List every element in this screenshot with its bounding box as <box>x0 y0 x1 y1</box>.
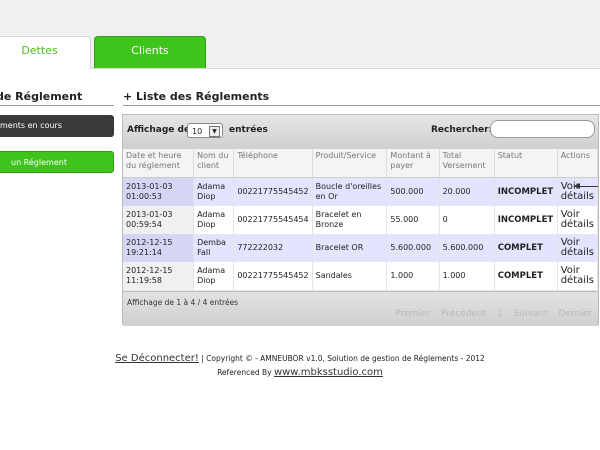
col-header-montant[interactable]: Montant à payer <box>386 149 440 178</box>
cell-total: 5.600.000 <box>439 234 495 262</box>
table-row: 2013-01-03 01:00:53 Adama Diop 002217755… <box>123 177 599 206</box>
reglements-table: Date et heure du réglement Nom du client… <box>123 149 599 290</box>
cell-date: 2013-01-03 00:59:54 <box>123 206 195 234</box>
status-badge: INCOMPLET <box>494 177 558 206</box>
footer-line-2: Referenced By www.mbksstudio.com <box>0 367 600 378</box>
col-header-total[interactable]: Total Versement <box>439 149 495 178</box>
cell-nom: Adama Diop <box>193 262 235 290</box>
cell-telephone: 00221775545454 <box>233 206 313 234</box>
col-header-telephone[interactable]: Téléphone <box>233 149 313 178</box>
cell-nom: Adama Diop <box>193 206 235 234</box>
page-title: + Liste des Réglements <box>123 90 600 106</box>
cell-date: 2012-12-15 19:21:14 <box>123 234 195 262</box>
status-badge: COMPLET <box>494 234 558 262</box>
footer-line-1: Se Déconnecter! | Copyright © - AMNEUBOR… <box>0 353 600 364</box>
cell-produit: Bracelet en Bronze <box>312 206 388 234</box>
referenced-text: Referenced By <box>217 368 272 377</box>
voir-details-link[interactable]: Voir détails <box>557 262 599 290</box>
table-row: 2012-12-15 19:21:14 Demba Fall 772222032… <box>123 234 599 262</box>
cell-produit: Sandales <box>312 262 388 290</box>
table-footer: Affichage de 1 à 4 / 4 entrées Premier P… <box>123 291 598 326</box>
logout-link[interactable]: Se Déconnecter! <box>115 353 199 364</box>
cell-telephone: 00221775545452 <box>233 177 313 206</box>
length-select[interactable]: 10 ▼ <box>187 123 223 138</box>
table-header-row: Date et heure du réglement Nom du client… <box>123 149 599 178</box>
voir-details-link[interactable]: Voir détails <box>557 206 599 234</box>
table-row: 2012-12-15 11:19:58 Adama Diop 002217755… <box>123 262 599 290</box>
search-input[interactable] <box>490 120 595 138</box>
cell-date: 2012-12-15 11:19:58 <box>123 262 195 290</box>
cell-produit: Bracelet OR <box>312 234 388 262</box>
pager-first[interactable]: Premier <box>395 309 430 319</box>
pager-page-1[interactable]: 1 <box>497 309 503 319</box>
col-header-actions: Actions <box>557 149 599 178</box>
sidebar-title: de Réglement <box>0 90 114 106</box>
cell-total: 0 <box>439 206 495 234</box>
pager-next[interactable]: Suivant <box>514 309 548 319</box>
status-badge: COMPLET <box>494 262 558 290</box>
voir-details-link[interactable]: Voir détails <box>557 177 599 206</box>
reglements-panel: Affichage de 10 ▼ entrées Rechercher: Da… <box>122 114 599 326</box>
cell-montant: 500.000 <box>386 177 440 206</box>
table-info: Affichage de 1 à 4 / 4 entrées <box>127 298 239 307</box>
col-header-statut[interactable]: Statut <box>494 149 558 178</box>
tab-clients[interactable]: Clients <box>94 36 206 68</box>
table-row: 2013-01-03 00:59:54 Adama Diop 002217755… <box>123 206 599 234</box>
col-header-produit[interactable]: Produit/Service <box>312 149 388 178</box>
voir-details-link[interactable]: Voir détails <box>557 234 599 262</box>
pager-last[interactable]: Dernier <box>559 309 592 319</box>
status-badge: INCOMPLET <box>494 206 558 234</box>
length-value: 10 <box>192 127 203 136</box>
cell-montant: 1.000 <box>386 262 440 290</box>
site-link[interactable]: www.mbksstudio.com <box>274 367 383 378</box>
cell-total: 20.000 <box>439 177 495 206</box>
pager-prev[interactable]: Précédent <box>441 309 486 319</box>
length-label: Affichage de <box>127 125 191 135</box>
sidebar-btn-reglements-en-cours[interactable]: ments en cours <box>0 115 114 137</box>
tab-dettes[interactable]: Dettes <box>0 36 91 69</box>
col-header-date[interactable]: Date et heure du réglement <box>123 149 195 178</box>
cell-telephone: 772222032 <box>233 234 313 262</box>
cell-produit: Boucle d'oreilles en Or <box>312 177 388 206</box>
cell-montant: 55.000 <box>386 206 440 234</box>
pagination: Premier Précédent 1 Suivant Dernier <box>387 309 592 319</box>
arrow-left-icon <box>574 183 598 189</box>
search-label: Rechercher: <box>431 125 493 135</box>
cell-telephone: 00221775545452 <box>233 262 313 290</box>
cell-total: 1.000 <box>439 262 495 290</box>
cell-nom: Demba Fall <box>193 234 235 262</box>
entrees-label: entrées <box>229 125 268 135</box>
chevron-down-icon: ▼ <box>209 126 220 137</box>
cell-nom: Adama Diop <box>193 177 235 206</box>
sidebar-btn-add-reglement[interactable]: un Réglement <box>0 151 114 173</box>
cell-montant: 5.600.000 <box>386 234 440 262</box>
copyright-text: | Copyright © - AMNEUBOR v1.0, Solution … <box>201 354 485 363</box>
col-header-nom[interactable]: Nom du client <box>193 149 235 178</box>
cell-date: 2013-01-03 01:00:53 <box>123 177 195 206</box>
table-toolbar: Affichage de 10 ▼ entrées Rechercher: <box>123 115 598 150</box>
